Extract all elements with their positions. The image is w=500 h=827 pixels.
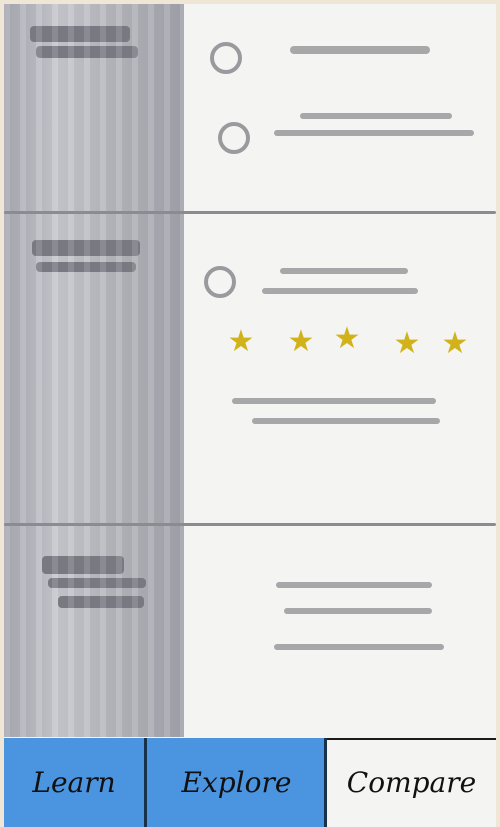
rating-star-icon[interactable]: ★ — [390, 327, 424, 361]
section-divider-1 — [4, 211, 496, 214]
sidebar-label-1b — [36, 46, 138, 58]
detail-text-line-1 — [276, 582, 432, 588]
rating-star-icon[interactable]: ★ — [330, 322, 364, 356]
tab-label: Compare — [346, 766, 477, 799]
rating-star-icon[interactable]: ★ — [284, 325, 318, 359]
rating-star-icon[interactable]: ★ — [224, 325, 258, 359]
sidebar-label-2b — [36, 262, 136, 272]
review-line-1 — [280, 268, 408, 274]
rating-star-icon[interactable]: ★ — [438, 327, 472, 361]
tab-label: Learn — [32, 766, 116, 799]
category-sidebar — [4, 4, 184, 737]
option-line-1 — [290, 46, 430, 54]
review-line-2 — [262, 288, 418, 294]
section-divider-2 — [4, 523, 496, 526]
sidebar-label-3[interactable] — [42, 556, 124, 574]
tab-explore[interactable]: Explore — [147, 738, 326, 827]
radio-option-2[interactable] — [218, 122, 250, 154]
phone-screen: ★ ★ ★ ★ ★ Learn Explore Compare — [4, 4, 496, 827]
option-line-3 — [274, 130, 474, 136]
detail-text-line-2 — [284, 608, 432, 614]
review-text-line-2 — [252, 418, 440, 424]
sidebar-label-3c — [58, 596, 144, 608]
tab-label: Explore — [181, 766, 292, 799]
sidebar-label-2[interactable] — [32, 240, 140, 256]
bottom-tab-bar: Learn Explore Compare — [4, 738, 496, 827]
tab-compare[interactable]: Compare — [327, 738, 496, 827]
review-text-line-1 — [232, 398, 436, 404]
option-line-2 — [300, 113, 452, 119]
radio-option-1[interactable] — [210, 42, 242, 74]
detail-text-line-3 — [274, 644, 444, 650]
sidebar-label-3b — [48, 578, 146, 588]
tab-learn[interactable]: Learn — [4, 738, 144, 827]
sidebar-label-1[interactable] — [30, 26, 130, 42]
radio-option-3[interactable] — [204, 266, 236, 298]
